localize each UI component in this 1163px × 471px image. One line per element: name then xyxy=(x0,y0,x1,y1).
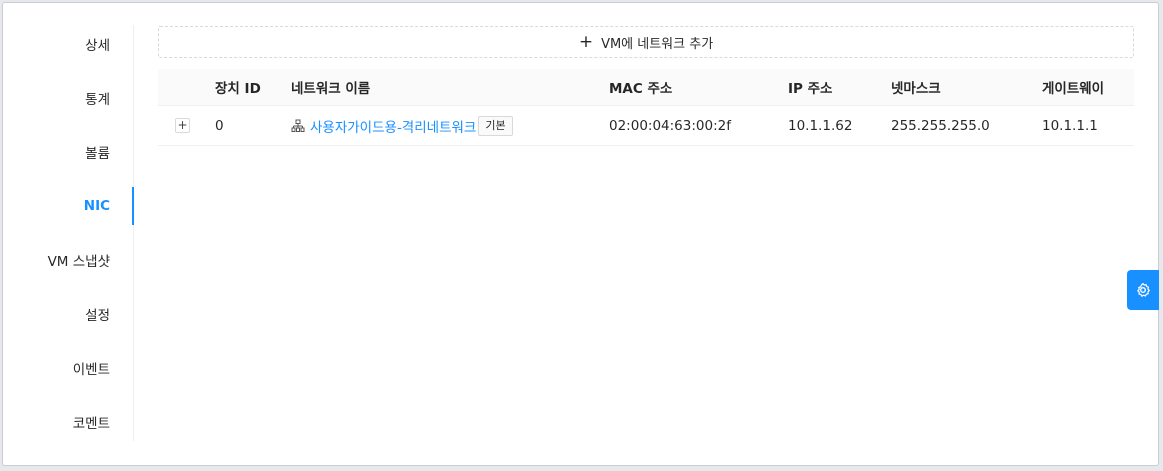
netmask-cell: 255.255.255.0 xyxy=(891,117,990,134)
sidebar-item-events[interactable]: 이벤트 xyxy=(3,349,133,387)
column-header-device-id: 장치 ID xyxy=(215,81,261,97)
sidebar-item-statistics[interactable]: 통계 xyxy=(3,79,133,117)
column-header-mac: MAC 주소 xyxy=(609,81,673,97)
network-icon xyxy=(291,119,305,132)
expand-row-button[interactable]: + xyxy=(175,118,190,133)
network-name-link[interactable]: 사용자가이드용-격리네트워크 xyxy=(310,116,476,136)
column-header-ip: IP 주소 xyxy=(788,81,833,97)
sidebar-item-comments[interactable]: 코멘트 xyxy=(3,403,133,441)
add-network-button[interactable]: + VM에 네트워크 추가 xyxy=(158,26,1134,58)
network-name-cell: 사용자가이드용-격리네트워크 기본 xyxy=(291,106,513,145)
sidebar-item-volumes[interactable]: 볼륨 xyxy=(3,133,133,171)
plus-icon: + xyxy=(578,31,594,52)
gear-icon xyxy=(1137,282,1150,297)
app-frame: 상세 통계 볼륨 NIC VM 스냅샷 설정 이벤트 코멘트 + VM에 네트워… xyxy=(2,2,1159,466)
floating-settings-button[interactable] xyxy=(1127,270,1159,310)
ip-address-cell: 10.1.1.62 xyxy=(788,117,853,134)
default-tag: 기본 xyxy=(478,115,513,136)
sidebar-item-settings[interactable]: 설정 xyxy=(3,295,133,333)
sidebar-item-details[interactable]: 상세 xyxy=(3,25,133,63)
gateway-cell: 10.1.1.1 xyxy=(1042,117,1098,134)
table-row: + 0 사용자가이드용-격리네트워크 기본 02:00:04:63:00:2f … xyxy=(158,106,1134,146)
device-id-cell: 0 xyxy=(215,117,224,134)
column-header-netmask: 넷마스크 xyxy=(891,81,941,97)
add-network-label: VM에 네트워크 추가 xyxy=(601,36,714,52)
column-header-network-name: 네트워크 이름 xyxy=(291,81,371,97)
mac-address-cell: 02:00:04:63:00:2f xyxy=(609,117,731,134)
sidebar-item-nic[interactable]: NIC xyxy=(3,187,134,225)
nic-table: 장치 ID 네트워크 이름 MAC 주소 IP 주소 넷마스크 게이트웨이 + … xyxy=(158,69,1134,146)
sidebar-item-vm-snapshot[interactable]: VM 스냅샷 xyxy=(3,241,133,279)
sidebar-nav: 상세 통계 볼륨 NIC VM 스냅샷 설정 이벤트 코멘트 xyxy=(3,25,134,441)
column-header-gateway: 게이트웨이 xyxy=(1042,81,1105,97)
table-header: 장치 ID 네트워크 이름 MAC 주소 IP 주소 넷마스크 게이트웨이 xyxy=(158,69,1134,106)
